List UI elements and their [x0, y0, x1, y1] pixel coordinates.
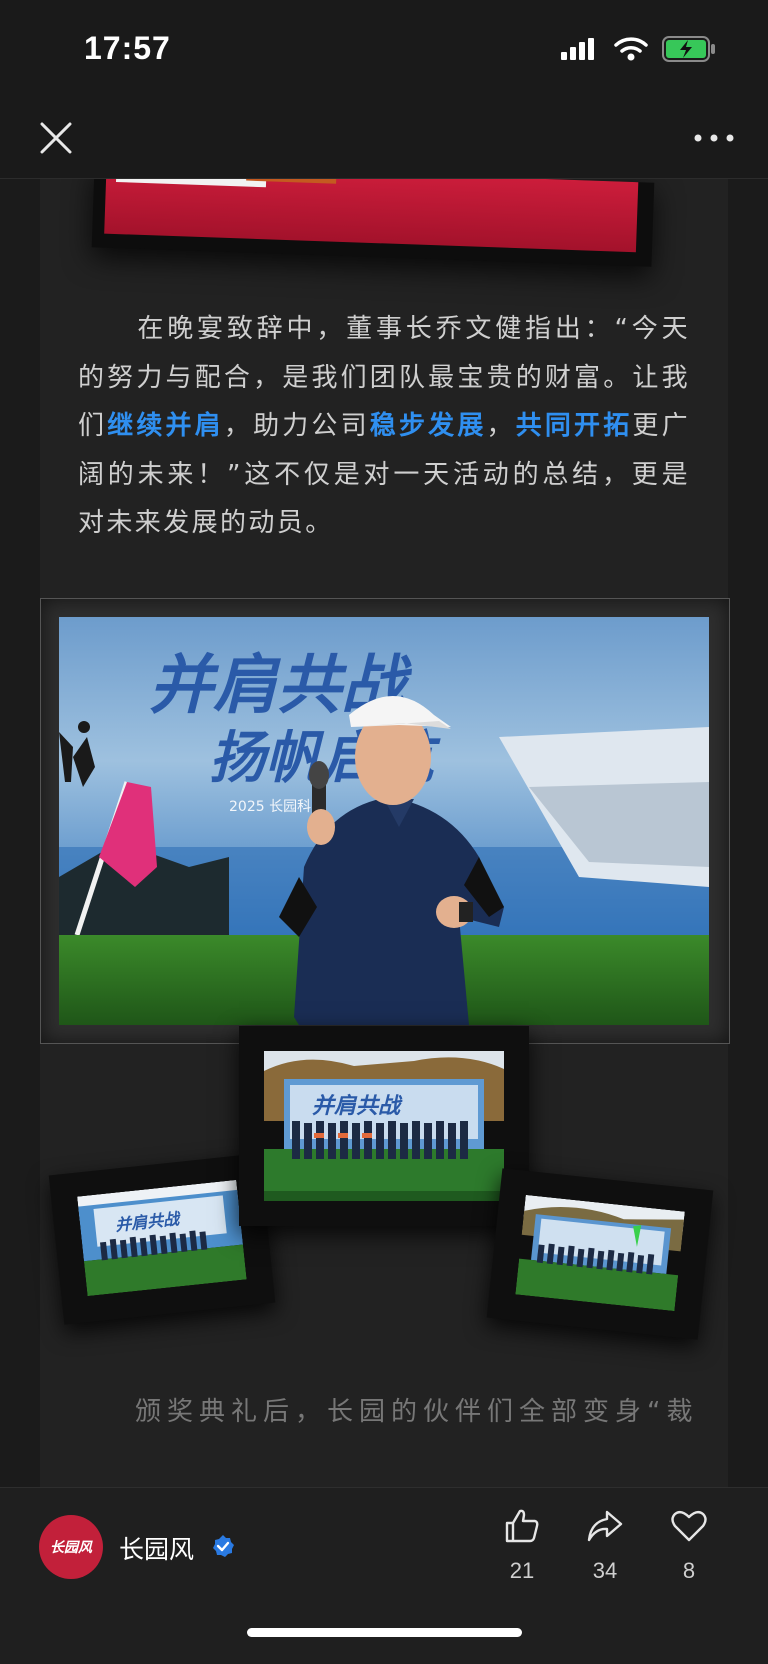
share-arrow-icon [587, 1510, 623, 1542]
article-content[interactable]: 在晚宴致辞中，董事长乔文健指出：“今天的努力与配合，是我们团队最宝贵的财富。让我… [0, 179, 768, 1487]
home-indicator[interactable] [247, 1628, 522, 1637]
wifi-icon [614, 37, 648, 61]
thumbs-up-icon [505, 1509, 539, 1543]
bottom-action-bar: 长园风 长园风 21 34 8 [0, 1487, 768, 1664]
cellular-signal-icon [561, 38, 594, 60]
speech-photo[interactable]: 并肩共战 扬帆启航 2025 长园科 [59, 617, 709, 1025]
highlight-text: 共同开拓 [515, 411, 633, 441]
paragraph-text: ，助力公司 [223, 411, 370, 441]
banner-subtitle: 2025 长园科 [229, 799, 311, 815]
close-icon[interactable] [36, 118, 76, 158]
paragraph-text: ， [486, 411, 516, 441]
like-count: 21 [509, 1558, 535, 1583]
group-photo-banner-text: 并肩共战 [312, 1093, 403, 1119]
account-name[interactable]: 长园风 [119, 1530, 194, 1566]
speech-photo-frame: 并肩共战 扬帆启航 2025 长园科 [40, 598, 730, 1044]
group-photo-right[interactable] [515, 1194, 685, 1312]
more-dots-icon[interactable] [690, 126, 738, 150]
highlight-text: 稳步发展 [369, 411, 487, 441]
like-button[interactable]: 21 [492, 1506, 552, 1584]
group-photo-center[interactable]: 并肩共战 [264, 1051, 504, 1201]
group-photo-frame-right [486, 1168, 714, 1340]
group-photo-frame-center: 并肩共战 [239, 1026, 529, 1226]
heart-icon [671, 1510, 707, 1542]
status-bar: 17:57 [0, 0, 768, 100]
top-nav-bar [0, 100, 768, 179]
group-photo-left[interactable]: 并肩共战 [77, 1179, 247, 1297]
status-time: 17:57 [84, 30, 171, 66]
share-button[interactable]: 34 [575, 1506, 635, 1584]
account-avatar[interactable]: 长园风 [39, 1515, 103, 1579]
article-paragraph: 在晚宴致辞中，董事长乔文健指出：“今天的努力与配合，是我们团队最宝贵的财富。让我… [78, 305, 690, 548]
share-count: 34 [592, 1558, 618, 1583]
verified-badge-icon [213, 1535, 234, 1557]
next-paragraph-partial: 颁奖典礼后，长园的伙伴们全部变身“裁 [135, 1397, 699, 1427]
highlight-text: 继续并肩 [107, 411, 224, 441]
battery-charging-icon [662, 36, 715, 62]
previous-photo[interactable] [104, 179, 639, 253]
favorite-count: 8 [682, 1558, 696, 1583]
favorite-button[interactable]: 8 [659, 1506, 719, 1584]
